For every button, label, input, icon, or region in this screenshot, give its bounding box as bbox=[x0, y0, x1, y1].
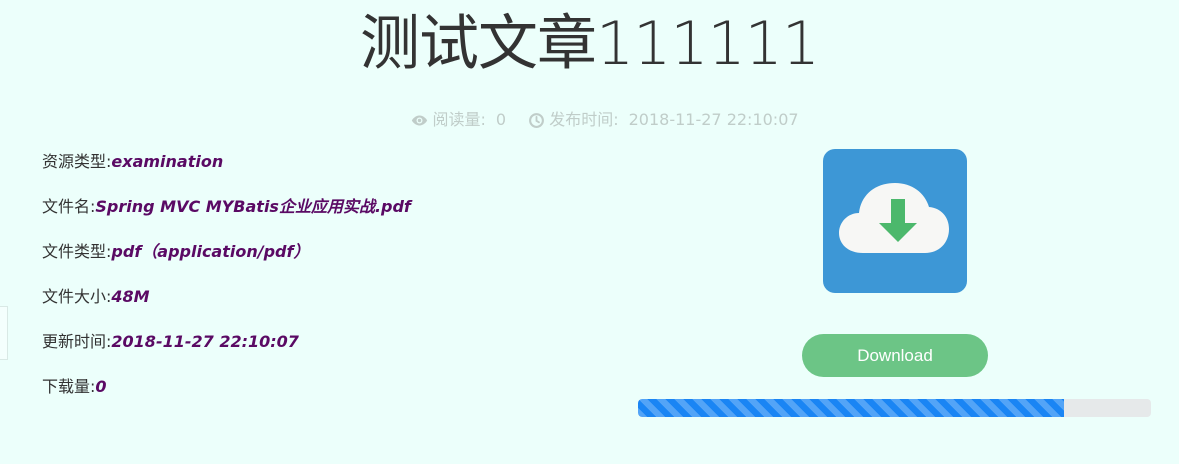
detail-label: 更新时间: bbox=[42, 332, 112, 351]
publish-value: 2018-11-27 22:10:07 bbox=[628, 110, 799, 129]
cloud-download-graphic bbox=[839, 183, 949, 253]
detail-file-size: 文件大小:48M bbox=[42, 285, 411, 330]
detail-label: 下载量: bbox=[42, 377, 96, 396]
views-value: 0 bbox=[495, 110, 507, 129]
detail-value: pdf（application/pdf） bbox=[111, 242, 310, 261]
detail-label: 资源类型: bbox=[42, 152, 112, 171]
page-title: 测试文章111111 bbox=[359, 9, 820, 79]
detail-value: examination bbox=[111, 152, 224, 171]
detail-value: 0 bbox=[95, 377, 107, 396]
download-progress-bar bbox=[638, 399, 1151, 417]
download-button[interactable]: Download bbox=[802, 334, 988, 377]
article-meta: 阅读量: 0 发布时间: 2018-11-27 22:10:07 bbox=[0, 108, 1179, 136]
views-label: 阅读量: bbox=[432, 110, 486, 129]
eye-icon bbox=[412, 115, 428, 125]
detail-label: 文件大小: bbox=[42, 287, 112, 306]
detail-file-type: 文件类型:pdf（application/pdf） bbox=[42, 240, 411, 285]
publish-label: 发布时间: bbox=[549, 110, 619, 129]
views-stat: 阅读量: 0 bbox=[411, 108, 506, 132]
detail-value: Spring MVC MYBatis企业应用实战.pdf bbox=[95, 197, 411, 216]
clock-icon bbox=[529, 112, 545, 128]
detail-resource-type: 资源类型:examination bbox=[42, 150, 411, 195]
cloud-download-icon[interactable] bbox=[823, 149, 967, 293]
detail-value: 48M bbox=[111, 287, 150, 306]
side-tab-handle[interactable] bbox=[0, 306, 8, 360]
publish-stat: 发布时间: 2018-11-27 22:10:07 bbox=[528, 108, 799, 132]
download-progress-fill bbox=[638, 399, 1064, 417]
detail-download-count: 下载量:0 bbox=[42, 375, 411, 420]
detail-update-time: 更新时间:2018-11-27 22:10:07 bbox=[42, 330, 411, 375]
resource-details: 资源类型:examination 文件名:Spring MVC MYBatis企… bbox=[42, 150, 411, 420]
detail-label: 文件类型: bbox=[42, 242, 112, 261]
detail-label: 文件名: bbox=[42, 197, 96, 216]
detail-file-name: 文件名:Spring MVC MYBatis企业应用实战.pdf bbox=[42, 195, 411, 240]
detail-value: 2018-11-27 22:10:07 bbox=[111, 332, 299, 351]
